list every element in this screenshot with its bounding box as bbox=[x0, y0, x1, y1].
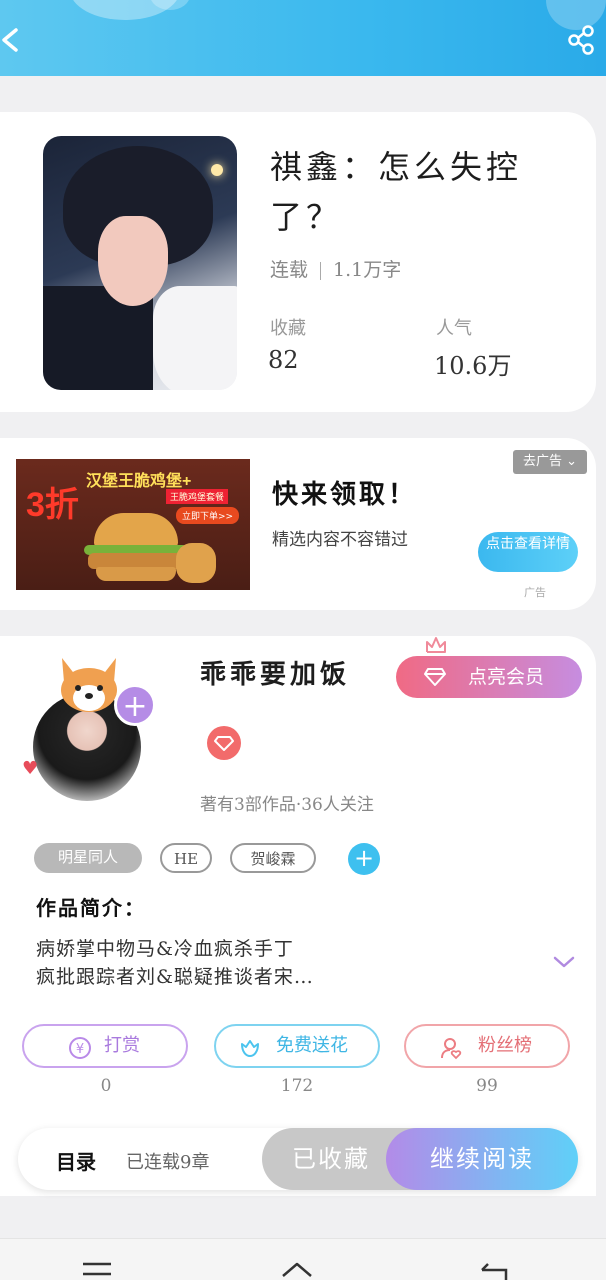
send-flower-label: 免费送花 bbox=[276, 1035, 348, 1056]
ad-image-cta: 立即下单>> bbox=[176, 507, 240, 524]
author-name[interactable]: 乖乖要加饭 bbox=[200, 654, 350, 691]
ad-details-button[interactable]: 点击查看详情 bbox=[478, 532, 578, 572]
intro-line: 病娇掌中物马&冷血疯杀手丁 bbox=[36, 938, 294, 960]
svg-text:¥: ¥ bbox=[76, 1042, 84, 1057]
book-status-row: 连载 1.1万字 bbox=[270, 255, 401, 282]
chevron-left-icon bbox=[2, 28, 18, 52]
favorites-label: 收藏 bbox=[270, 318, 306, 339]
send-flower-button[interactable]: 免费送花 bbox=[214, 1024, 380, 1068]
follow-plus-button[interactable]: + bbox=[114, 684, 156, 726]
ad-sub-text: 王脆鸡堡套餐 bbox=[166, 489, 229, 504]
popularity-label: 人气 bbox=[436, 318, 472, 339]
serial-status: 连载 bbox=[270, 259, 309, 281]
ad-product-text: 汉堡王脆鸡堡+ bbox=[86, 473, 192, 490]
remove-ad-button[interactable]: 去广告 ⌄ bbox=[513, 450, 587, 474]
crown-icon bbox=[426, 637, 446, 653]
nuggets-illustration bbox=[176, 543, 216, 583]
divider bbox=[320, 262, 322, 280]
ad-label: 广告 bbox=[524, 586, 546, 599]
ad-title: 快来领取！ bbox=[272, 480, 418, 510]
top-app-bar bbox=[0, 0, 606, 76]
share-icon bbox=[568, 25, 594, 55]
book-title: 祺鑫：怎么失控了？ bbox=[270, 148, 523, 236]
intro-title: 作品简介： bbox=[36, 896, 146, 920]
author-meta: 著有3部作品·36人关注 bbox=[200, 795, 374, 815]
corgi-icon bbox=[61, 658, 117, 712]
yen-coin-icon: ¥ bbox=[69, 1037, 91, 1059]
burger-illustration bbox=[94, 513, 178, 547]
intro-line: 疯批跟踪者刘&聪疑推谈者宋… bbox=[36, 966, 314, 988]
heart-icon: ♥ bbox=[22, 758, 39, 779]
diamond-icon bbox=[424, 668, 446, 686]
author-vip-badge bbox=[207, 726, 241, 760]
chevron-down-icon[interactable] bbox=[552, 954, 576, 970]
share-button[interactable] bbox=[566, 22, 598, 58]
flower-count: 172 bbox=[280, 1076, 314, 1096]
user-heart-icon bbox=[441, 1038, 462, 1060]
tag-ending[interactable]: HE bbox=[160, 843, 212, 873]
ad-description: 精选内容不容错过 bbox=[272, 530, 408, 550]
home-icon[interactable] bbox=[280, 1260, 314, 1280]
back-nav-icon[interactable] bbox=[478, 1260, 512, 1280]
fan-count: 99 bbox=[476, 1076, 498, 1096]
book-cover[interactable] bbox=[43, 136, 237, 390]
diamond-icon bbox=[214, 736, 234, 751]
tag-genre[interactable]: 明星同人 bbox=[34, 843, 142, 873]
fan-ranking-label: 粉丝榜 bbox=[478, 1035, 532, 1056]
vip-button-label: 点亮会员 bbox=[468, 666, 545, 688]
back-button[interactable] bbox=[0, 22, 28, 58]
vip-activate-button[interactable]: 点亮会员 bbox=[396, 656, 582, 698]
toc-button[interactable]: 目录 bbox=[56, 1146, 96, 1175]
reward-label: 打赏 bbox=[104, 1035, 140, 1056]
add-tag-button[interactable]: + bbox=[348, 843, 380, 875]
ad-promo-text: 3折 bbox=[26, 486, 79, 524]
favorites-value: 82 bbox=[268, 346, 299, 374]
flower-icon bbox=[241, 1040, 259, 1057]
menu-icon[interactable] bbox=[80, 1260, 114, 1280]
tag-character[interactable]: 贺峻霖 bbox=[230, 843, 316, 873]
word-count: 1.1万字 bbox=[333, 259, 402, 281]
reward-button[interactable]: ¥ 打赏 bbox=[22, 1024, 188, 1068]
ad-image[interactable]: 3折 汉堡王脆鸡堡+ 王脆鸡堡套餐 立即下单>> bbox=[16, 459, 250, 590]
popularity-value: 10.6万 bbox=[434, 352, 512, 380]
fan-ranking-button[interactable]: 粉丝榜 bbox=[404, 1024, 570, 1068]
chapter-count[interactable]: 已连载9章 bbox=[126, 1148, 209, 1174]
continue-reading-button[interactable]: 继续阅读 bbox=[386, 1128, 578, 1190]
reward-count: 0 bbox=[100, 1076, 112, 1096]
